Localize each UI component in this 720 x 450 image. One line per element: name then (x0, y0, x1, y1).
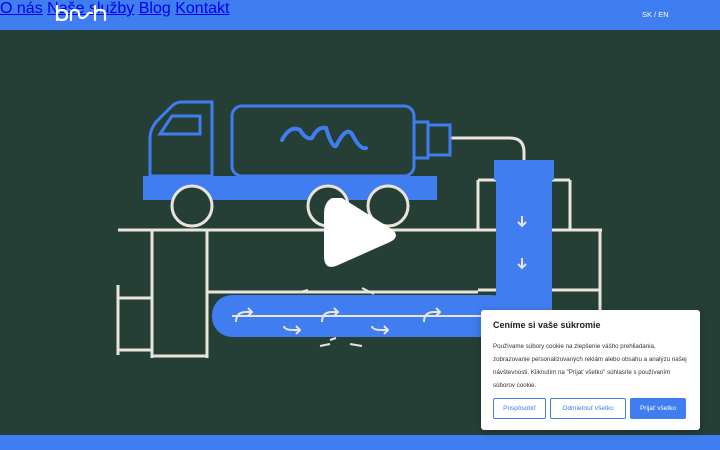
language-switcher: SK / EN (642, 10, 669, 19)
reject-all-button[interactable]: Odmietnuť všetko (550, 398, 626, 419)
lang-sk[interactable]: SK (642, 10, 652, 19)
cookie-buttons: Prispôsobiť Odmietnuť všetko Prijať všet… (493, 398, 686, 419)
lang-en[interactable]: EN (658, 10, 668, 19)
nav-link-blog[interactable]: Blog (139, 0, 171, 17)
nav-link-about[interactable]: O nás (0, 0, 43, 17)
accept-all-button[interactable]: Prijať všetko (630, 398, 686, 419)
bottom-blue-strip (0, 435, 720, 450)
lang-separator: / (654, 10, 657, 19)
top-navigation-bar: bnh O nás Naše služby Blog Kontakt SK / … (0, 0, 720, 30)
brand-logo[interactable]: bnh (54, 4, 112, 24)
nav-link-contact[interactable]: Kontakt (175, 0, 229, 17)
customize-button[interactable]: Prispôsobiť (493, 398, 546, 419)
cookie-title: Ceníme si vaše súkromie (493, 320, 601, 330)
cookie-text: Používame súbory cookie na zlepšenie váš… (493, 343, 687, 389)
cookie-consent-dialog: Ceníme si vaše súkromie Používame súbory… (481, 310, 700, 430)
truck-illustration (143, 100, 452, 228)
